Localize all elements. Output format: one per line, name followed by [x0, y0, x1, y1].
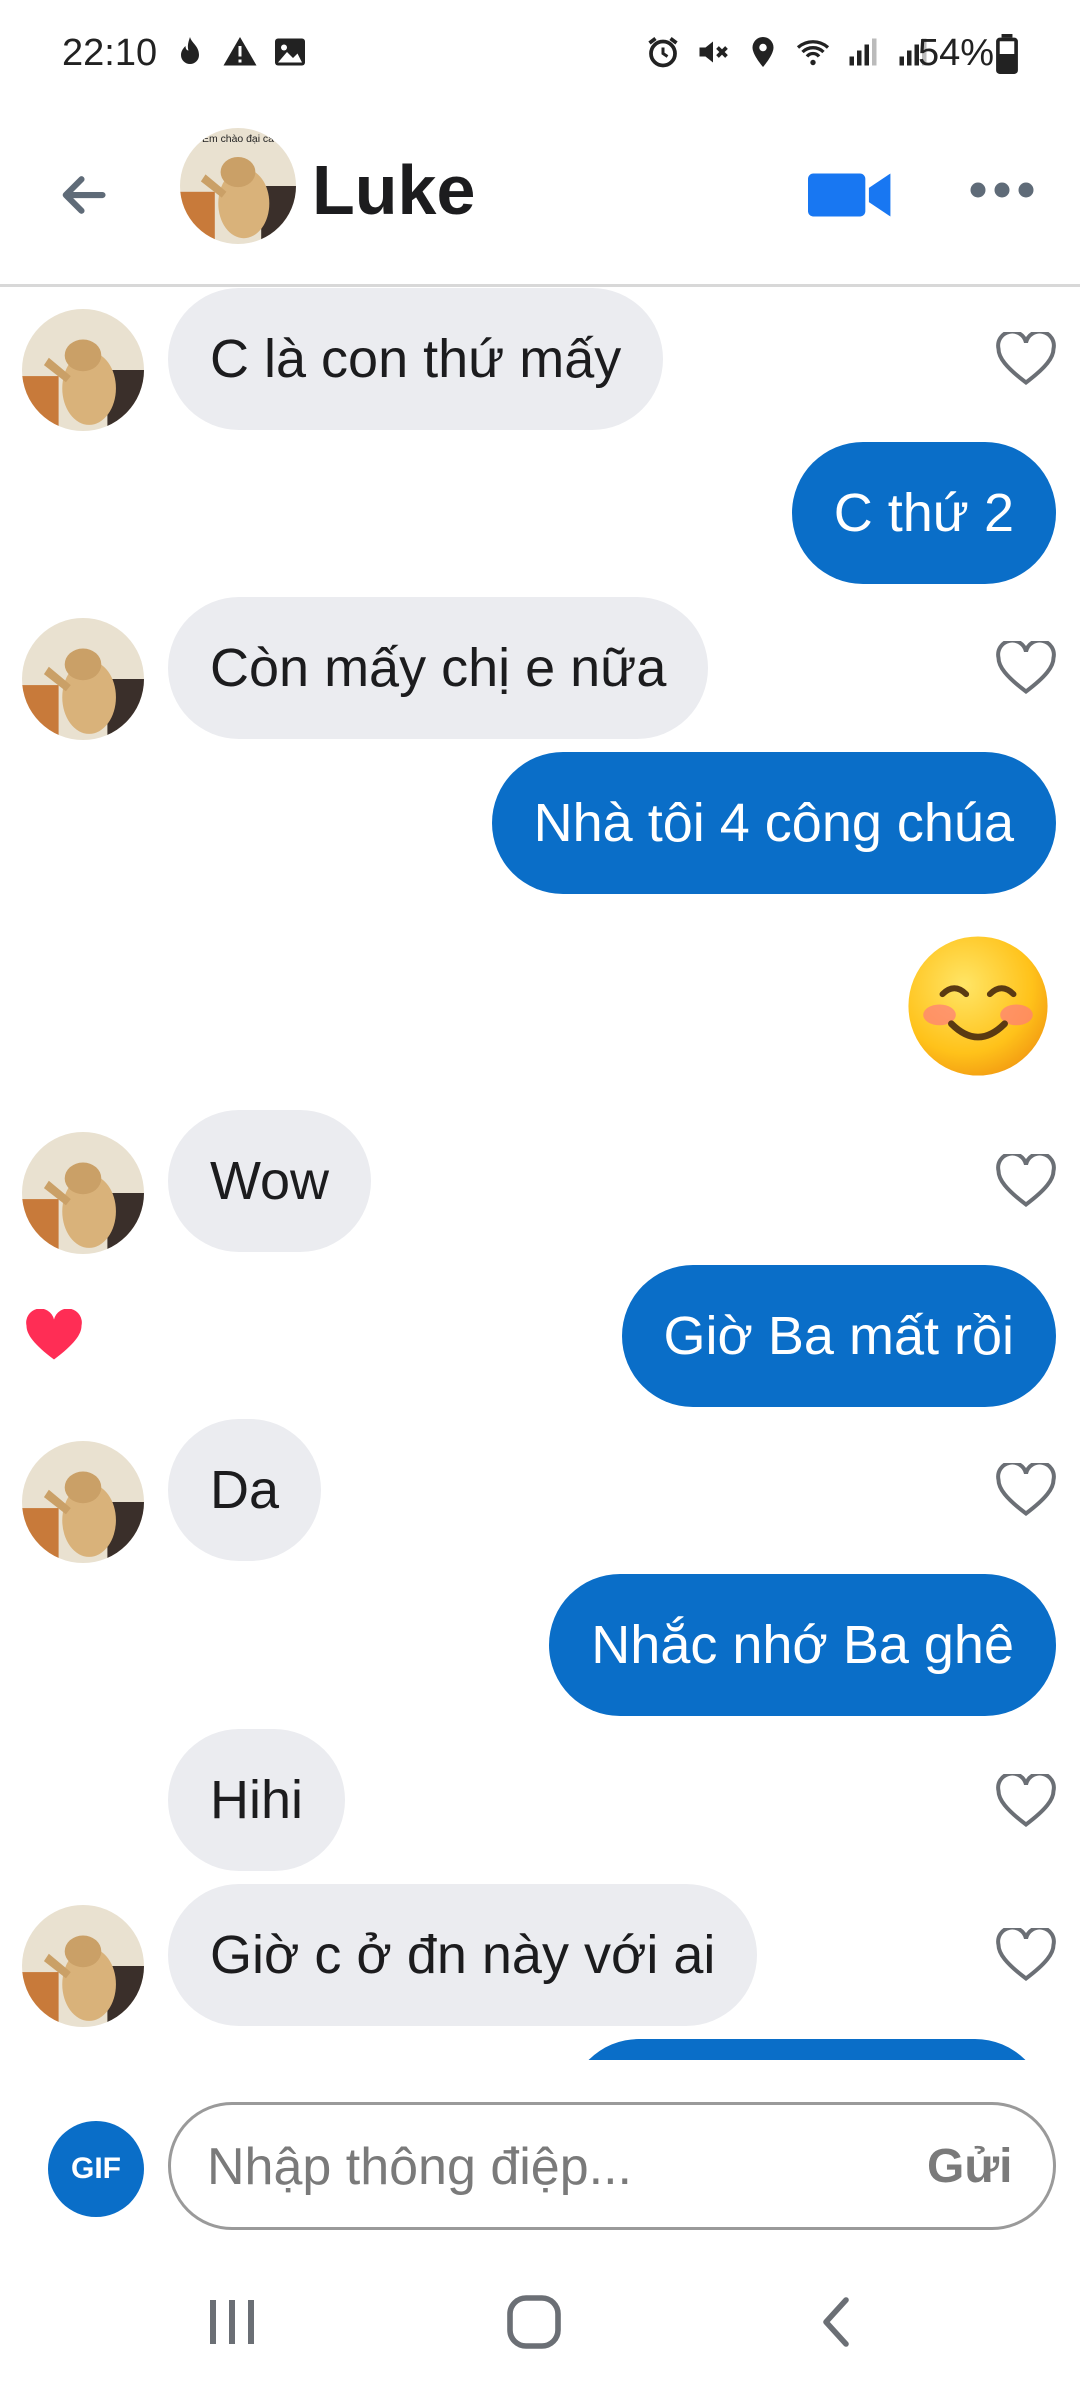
location-icon: [752, 37, 774, 67]
smiling-blushing-face-emoji-icon[interactable]: [904, 932, 1052, 1080]
gif-button[interactable]: GIF: [48, 2121, 144, 2217]
message-input[interactable]: [205, 2129, 869, 2205]
battery-icon: [996, 34, 1018, 74]
contact-avatar[interactable]: Em chào đại ca: [180, 128, 296, 244]
signal-icon: [849, 38, 877, 66]
heart-outline-icon[interactable]: [996, 1463, 1056, 1519]
status-bar: 22:10 54%: [0, 0, 1080, 110]
notification-icons: [172, 34, 308, 70]
message-input-container: Gửi: [168, 2102, 1056, 2230]
heart-outline-icon[interactable]: [996, 332, 1056, 388]
dog-avatar-icon: [22, 1441, 144, 1563]
sender-avatar[interactable]: [22, 618, 144, 740]
heart-outline-icon[interactable]: [996, 1154, 1056, 1210]
dog-avatar-icon: Em chào đại ca: [180, 128, 296, 244]
sender-avatar[interactable]: [22, 1441, 144, 1563]
sender-avatar[interactable]: [22, 309, 144, 431]
outgoing-message[interactable]: Nhà tôi 4 công chúa: [491, 752, 1056, 894]
dog-avatar-icon: [22, 618, 144, 740]
chat-header: Em chào đại ca Luke: [0, 110, 1080, 287]
video-call-button[interactable]: [808, 160, 894, 230]
back-nav-icon[interactable]: [808, 2292, 868, 2352]
message-row: [0, 932, 1080, 1092]
message-row: Nhà tôi 4 công chúa: [0, 752, 1080, 902]
wifi-icon: [796, 40, 830, 66]
dog-avatar-icon: [22, 1905, 144, 2027]
message-row: C thứ 2: [0, 442, 1080, 592]
sender-avatar[interactable]: [22, 1905, 144, 2027]
outgoing-message-partial[interactable]: [568, 2039, 1046, 2060]
heart-filled-icon[interactable]: [24, 1309, 84, 1365]
message-row: Còn mấy chị e nữa: [0, 597, 1080, 747]
battery-percentage: 54%: [918, 32, 995, 74]
heart-outline-icon[interactable]: [996, 641, 1056, 697]
message-list[interactable]: C là con thứ mấy C thứ 2 Còn mấy chị e n…: [0, 287, 1080, 2060]
contact-name[interactable]: Luke: [312, 150, 475, 230]
dog-avatar-icon: [22, 309, 144, 431]
message-row: Giờ c ở đn này với ai: [0, 1884, 1080, 2034]
warning-icon: [223, 37, 257, 66]
incoming-message[interactable]: Còn mấy chị e nữa: [168, 597, 709, 739]
send-button[interactable]: Gửi: [927, 2139, 1012, 2194]
avatar-caption: Em chào đại ca: [202, 134, 274, 145]
message-row: Hihi: [0, 1729, 1080, 1879]
heart-outline-icon[interactable]: [996, 1928, 1056, 1984]
outgoing-message[interactable]: Giờ Ba mất rồi: [621, 1265, 1056, 1407]
system-navigation-bar: [0, 2240, 1080, 2400]
flame-icon: [181, 37, 199, 64]
message-row: Da: [0, 1419, 1080, 1569]
message-row: Wow: [0, 1110, 1080, 1260]
status-time: 22:10: [62, 32, 158, 74]
dog-avatar-icon: [22, 1132, 144, 1254]
image-icon: [275, 38, 305, 66]
incoming-message[interactable]: C là con thứ mấy: [168, 288, 664, 430]
recent-apps-icon[interactable]: [202, 2292, 262, 2352]
back-button[interactable]: [50, 160, 120, 230]
sender-avatar[interactable]: [22, 1132, 144, 1254]
home-icon[interactable]: [504, 2292, 564, 2352]
incoming-message[interactable]: Da: [168, 1419, 322, 1561]
heart-outline-icon[interactable]: [996, 1774, 1056, 1830]
message-composer: GIF Gửi: [0, 2060, 1080, 2240]
incoming-message[interactable]: Giờ c ở đn này với ai: [168, 1884, 758, 2026]
mute-icon: [699, 41, 728, 63]
outgoing-message[interactable]: C thứ 2: [791, 442, 1056, 584]
message-row: Nhắc nhớ Ba ghê: [0, 1574, 1080, 1724]
outgoing-message[interactable]: Nhắc nhớ Ba ghê: [549, 1574, 1056, 1716]
more-options-button[interactable]: [966, 170, 1038, 210]
incoming-message[interactable]: Wow: [168, 1110, 372, 1252]
alarm-icon: [648, 37, 678, 68]
message-row: Giờ Ba mất rồi: [0, 1265, 1080, 1415]
message-row: C là con thứ mấy: [0, 287, 1080, 437]
system-icons: [645, 34, 931, 70]
incoming-message[interactable]: Hihi: [168, 1729, 346, 1871]
